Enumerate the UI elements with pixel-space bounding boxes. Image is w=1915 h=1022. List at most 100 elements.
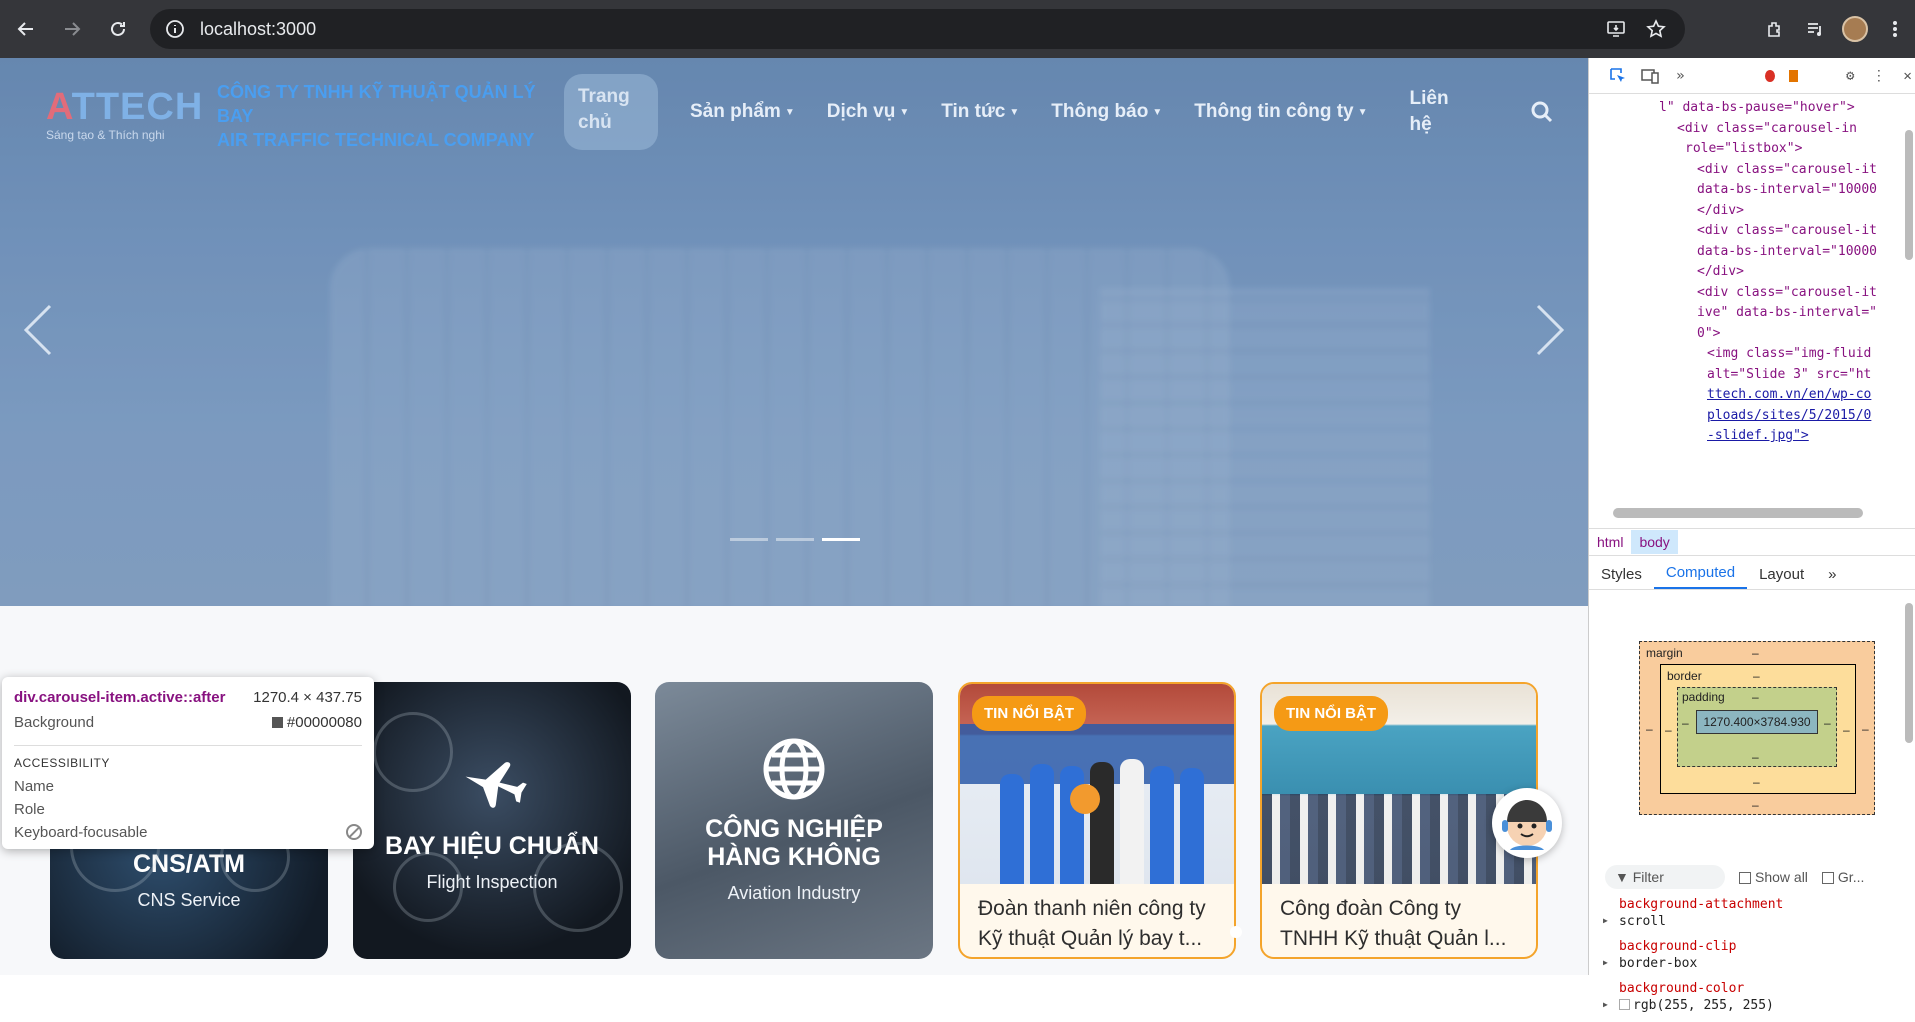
warning-count-icon[interactable] — [1788, 69, 1799, 82]
tooltip-accessibility-heading: ACCESSIBILITY — [14, 745, 362, 770]
nav-company-info[interactable]: Thông tin công ty ▼ — [1194, 101, 1367, 123]
breadcrumb-body[interactable]: body — [1631, 530, 1678, 554]
chevron-down-icon: ▼ — [1357, 106, 1368, 118]
dom-line[interactable]: l" data-bs-pause="hover"> — [1589, 98, 1901, 119]
company-name: CÔNG TY TNHH KỸ THUẬT QUẢN LÝ BAY AIR TR… — [217, 80, 557, 152]
tooltip-focusable-row: Keyboard-focusable — [14, 824, 362, 841]
address-bar[interactable]: localhost:3000 — [150, 9, 1685, 49]
inspect-element-icon[interactable] — [1609, 67, 1627, 85]
filter-icon: ▼ — [1615, 869, 1633, 885]
group-label: Gr... — [1837, 869, 1865, 885]
property-name[interactable]: background-color — [1603, 980, 1903, 1013]
show-all-checkbox[interactable]: Show all — [1739, 869, 1808, 885]
filter-input[interactable]: ▼ Filter — [1605, 865, 1725, 889]
profile-avatar[interactable] — [1835, 9, 1875, 49]
devtools-menu-icon[interactable]: ⋮ — [1872, 67, 1887, 85]
dom-line[interactable]: <div class="carousel-it — [1589, 283, 1901, 304]
dom-line[interactable]: ive" data-bs-interval=" — [1589, 303, 1901, 324]
box-margin-label: margin — [1646, 646, 1683, 660]
service-card-flight-inspection[interactable]: BAY HIỆU CHUẨN Flight Inspection — [353, 682, 631, 959]
nav-news[interactable]: Tin tức ▼ — [941, 101, 1019, 123]
more-tabs-icon[interactable]: » — [1673, 67, 1688, 85]
dom-tree[interactable]: l" data-bs-pause="hover"> <div class="ca… — [1589, 98, 1901, 508]
news-title-line1: Công đoàn Công ty — [1280, 897, 1461, 920]
computed-scrollbar-vertical[interactable] — [1905, 603, 1913, 743]
bookmark-star-icon[interactable] — [1645, 18, 1667, 40]
nav-products[interactable]: Sản phẩm ▼ — [690, 101, 795, 123]
dom-line[interactable]: data-bs-interval="10000 — [1589, 180, 1901, 201]
reload-icon[interactable] — [98, 9, 138, 49]
tab-computed[interactable]: Computed — [1653, 558, 1748, 589]
dom-line[interactable]: role="listbox"> — [1589, 139, 1901, 160]
forward-icon[interactable] — [52, 9, 92, 49]
box-margin-top: – — [1752, 646, 1759, 660]
settings-gear-icon[interactable]: ⚙ — [1843, 67, 1858, 85]
nav-services-label: Dịch vụ — [826, 101, 896, 122]
box-padding: padding – – – – 1270.400×3784.930 — [1677, 687, 1837, 767]
nav-products-label: Sản phẩm — [690, 101, 781, 122]
chatbot-icon[interactable] — [1492, 788, 1562, 858]
card-bg-decor — [393, 852, 463, 922]
install-app-icon[interactable] — [1605, 18, 1627, 40]
tab-styles[interactable]: Styles — [1589, 560, 1654, 589]
device-toolbar-icon[interactable] — [1641, 67, 1659, 85]
dom-scrollbar-vertical[interactable] — [1905, 130, 1913, 260]
dom-line[interactable]: </div> — [1589, 201, 1901, 222]
chevron-down-icon: ▼ — [1009, 106, 1020, 118]
chrome-menu-icon[interactable] — [1875, 9, 1915, 49]
breadcrumb-html[interactable]: html — [1589, 530, 1631, 554]
dom-scrollbar-horizontal[interactable] — [1613, 508, 1863, 518]
dom-line[interactable]: data-bs-interval="10000 — [1589, 242, 1901, 263]
nav-announcements[interactable]: Thông báo ▼ — [1051, 101, 1162, 123]
tab-layout[interactable]: Layout — [1747, 560, 1816, 589]
nav-company-info-label: Thông tin công ty — [1194, 101, 1354, 122]
carousel-indicator-2[interactable] — [776, 538, 814, 541]
error-count-icon[interactable] — [1764, 69, 1775, 82]
chevron-down-icon: ▼ — [784, 106, 795, 118]
more-tabs-icon[interactable]: » — [1816, 560, 1848, 589]
carousel-indicator-1[interactable] — [730, 538, 768, 541]
chevron-down-icon: ▼ — [1152, 106, 1163, 118]
nav-contact[interactable]: Liên hệ — [1410, 86, 1466, 138]
dom-line[interactable]: <div class="carousel-in — [1589, 119, 1901, 140]
extensions-icon[interactable] — [1755, 9, 1795, 49]
dom-line[interactable]: 0"> — [1589, 324, 1901, 345]
service-card-aviation-industry[interactable]: CÔNG NGHIỆP HÀNG KHÔNG Aviation Industry — [655, 682, 933, 959]
group-checkbox[interactable]: Gr... — [1821, 869, 1865, 885]
box-margin-bottom: – — [1752, 798, 1759, 812]
news-card-1[interactable]: TIN NỔI BẬT Đoàn thanh niên công ty Kỹ t… — [958, 682, 1236, 959]
site-logo[interactable]: ATTECH Sáng tạo & Thích nghi — [46, 88, 203, 142]
dom-line[interactable]: </div> — [1589, 262, 1901, 283]
back-icon[interactable] — [6, 9, 46, 49]
property-value: rgb(255, 255, 255) — [1633, 998, 1774, 1013]
dom-line[interactable]: alt="Slide 3" src="ht — [1589, 365, 1901, 386]
dom-line[interactable]: <img class="img-fluid — [1589, 344, 1901, 365]
box-content-size: 1270.400×3784.930 — [1696, 710, 1818, 734]
close-icon[interactable]: ✕ — [1900, 67, 1915, 85]
carousel-next-icon[interactable] — [1530, 302, 1570, 358]
property-name[interactable]: background-attachment — [1603, 896, 1903, 929]
dom-line[interactable]: ploads/sites/5/2015/0 — [1589, 406, 1901, 427]
search-icon[interactable] — [1530, 100, 1554, 124]
property-name[interactable]: background-clip — [1603, 938, 1903, 971]
nav-home[interactable]: Trang chủ — [564, 74, 658, 150]
dom-line[interactable]: ttech.com.vn/en/wp-co — [1589, 385, 1901, 406]
nav-news-label: Tin tức — [941, 101, 1006, 122]
company-name-en: AIR TRAFFIC TECHNICAL COMPANY — [217, 130, 535, 150]
service-subtitle: Aviation Industry — [727, 883, 861, 903]
dom-line[interactable]: -slidef.jpg"> — [1589, 426, 1901, 447]
carousel-indicator-3[interactable] — [822, 538, 860, 541]
carousel-prev-icon[interactable] — [18, 302, 58, 358]
tooltip-size: 1270.4 × 437.75 — [253, 689, 362, 706]
dom-line[interactable]: <div class="carousel-it — [1589, 221, 1901, 242]
news-title-line2: Kỹ thuật Quản lý bay t... — [978, 927, 1203, 950]
site-info-icon[interactable] — [164, 18, 186, 40]
slider-dot[interactable] — [1230, 926, 1242, 938]
box-padding-left: – — [1682, 716, 1689, 730]
tooltip-focusable-label: Keyboard-focusable — [14, 824, 148, 841]
nav-services[interactable]: Dịch vụ ▼ — [827, 101, 910, 123]
computed-properties-list: background-attachment scroll background-… — [1603, 896, 1903, 1022]
url-text[interactable]: localhost:3000 — [200, 19, 316, 40]
dom-line[interactable]: <div class="carousel-it — [1589, 160, 1901, 181]
media-control-icon[interactable] — [1795, 9, 1835, 49]
